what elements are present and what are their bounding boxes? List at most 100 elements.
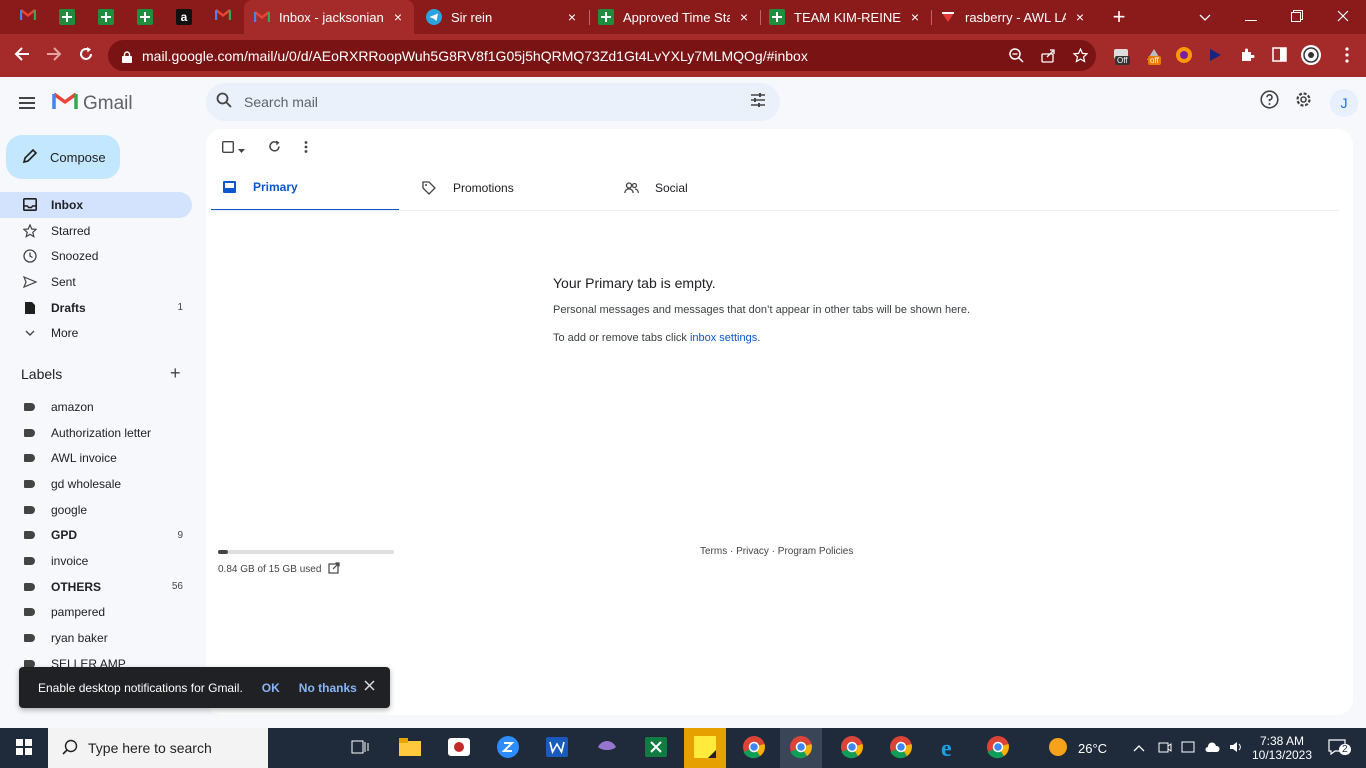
settings-button[interactable] <box>1292 91 1314 113</box>
search-input[interactable] <box>232 94 750 110</box>
footer-links[interactable]: Terms · Privacy · Program Policies <box>700 546 853 557</box>
account-avatar[interactable]: J <box>1330 89 1358 117</box>
pinned-tab-gmail[interactable] <box>9 0 47 34</box>
word-button[interactable] <box>541 732 573 764</box>
extension-1-button[interactable]: Off <box>1109 44 1133 68</box>
share-icon[interactable] <box>1032 40 1064 71</box>
pinned-tab-gmail-2[interactable] <box>204 0 242 34</box>
tab-gmail-inbox[interactable]: Inbox - jacksonians × <box>244 0 414 34</box>
gmail-logo[interactable]: Gmail <box>52 91 133 116</box>
chrome-profile-5-button[interactable] <box>982 732 1014 764</box>
label-item[interactable]: gd wholesale <box>0 471 192 497</box>
pinned-tab-amazon[interactable]: a <box>165 0 203 34</box>
chrome-profile-1-button[interactable] <box>738 732 770 764</box>
close-icon[interactable]: × <box>390 9 406 25</box>
close-icon[interactable]: × <box>736 9 752 25</box>
create-label-button[interactable]: + <box>170 364 186 382</box>
tab-promotions[interactable]: Promotions <box>411 165 599 211</box>
label-item[interactable]: google <box>0 497 192 523</box>
no-thanks-button[interactable]: No thanks <box>299 681 357 695</box>
zoom-app-button[interactable] <box>492 732 524 764</box>
tab-primary[interactable]: Primary <box>211 165 399 211</box>
taskbar-app-2[interactable] <box>443 732 475 764</box>
external-link-icon[interactable] <box>328 562 341 577</box>
minimize-button[interactable] <box>1228 0 1274 34</box>
url-text[interactable]: mail.google.com/mail/u/0/d/AEoRXRRoopWuh… <box>142 48 1000 64</box>
new-tab-button[interactable]: + <box>1097 0 1141 34</box>
pinned-tab-sheets-1[interactable] <box>48 0 86 34</box>
compose-button[interactable]: Compose <box>6 135 120 179</box>
close-icon[interactable]: × <box>907 9 923 25</box>
label-item[interactable]: pampered <box>0 600 192 626</box>
close-icon[interactable] <box>362 679 376 693</box>
extension-4-button[interactable] <box>1203 44 1227 68</box>
close-icon[interactable]: × <box>564 9 580 25</box>
clock[interactable]: 7:38 AM 10/13/2023 <box>1250 728 1314 768</box>
label-item[interactable]: AWL invoice <box>0 445 192 471</box>
search-icon[interactable] <box>216 92 232 113</box>
select-all-checkbox[interactable] <box>218 139 248 159</box>
label-item[interactable]: Authorization letter <box>0 420 192 446</box>
restore-button[interactable] <box>1274 0 1320 34</box>
chrome-profile-4-button[interactable] <box>885 732 917 764</box>
main-menu-button[interactable] <box>16 91 40 115</box>
sidebar-item-drafts[interactable]: Drafts 1 <box>0 295 192 321</box>
reload-button[interactable] <box>72 42 100 70</box>
label-item[interactable]: invoice <box>0 548 192 574</box>
refresh-button[interactable] <box>264 139 284 159</box>
inbox-settings-link[interactable]: inbox settings <box>690 332 757 344</box>
forward-button[interactable] <box>40 42 68 70</box>
profile-button[interactable] <box>1299 44 1323 68</box>
screen-icon[interactable] <box>1181 740 1195 757</box>
sidebar-item-more[interactable]: More <box>0 320 192 346</box>
file-explorer-button[interactable] <box>394 732 426 764</box>
chevron-up-icon[interactable] <box>1133 741 1149 755</box>
search-options-icon[interactable] <box>750 92 766 112</box>
tab-telegram[interactable]: Sir rein × <box>418 0 588 34</box>
extensions-button[interactable] <box>1235 44 1259 68</box>
start-button[interactable] <box>8 732 40 764</box>
tab-team-kim[interactable]: TEAM KIM-REINEL × <box>761 0 931 34</box>
tab-rasberry[interactable]: rasberry - AWL LAB × <box>932 0 1096 34</box>
extension-3-button[interactable] <box>1172 44 1196 68</box>
search-bar[interactable] <box>206 83 780 121</box>
extension-2-button[interactable]: off <box>1142 44 1166 68</box>
sidebar-item-sent[interactable]: Sent <box>0 269 192 295</box>
task-view-button[interactable] <box>344 732 376 764</box>
ok-button[interactable]: OK <box>262 681 280 695</box>
address-bar[interactable]: mail.google.com/mail/u/0/d/AEoRXRRoopWuh… <box>108 40 1096 71</box>
zoom-icon[interactable] <box>1000 40 1032 71</box>
close-icon[interactable]: × <box>1072 9 1088 25</box>
chrome-menu-button[interactable] <box>1335 44 1359 68</box>
notification-center[interactable]: 2 <box>1322 728 1352 768</box>
sidebar-item-snoozed[interactable]: Snoozed <box>0 243 192 269</box>
volume-icon[interactable] <box>1229 740 1243 757</box>
weather-widget[interactable]: 26°C <box>1048 728 1107 768</box>
cloud-icon[interactable] <box>1204 741 1220 756</box>
star-icon[interactable] <box>1064 40 1096 71</box>
label-item[interactable]: amazon <box>0 394 192 420</box>
sticky-notes-button[interactable] <box>684 728 726 768</box>
back-button[interactable] <box>8 42 36 70</box>
excel-button[interactable] <box>640 732 672 764</box>
label-item[interactable]: ryan baker <box>0 625 192 651</box>
chrome-profile-2-button[interactable] <box>780 728 822 768</box>
internet-explorer-button[interactable]: e <box>934 732 966 764</box>
chrome-profile-3-button[interactable] <box>836 732 868 764</box>
pinned-tab-sheets-3[interactable] <box>126 0 164 34</box>
label-item[interactable]: GPD 9 <box>0 522 192 548</box>
sidebar-item-starred[interactable]: Starred <box>0 218 192 244</box>
sidebar-item-inbox[interactable]: Inbox <box>0 192 192 218</box>
more-actions-button[interactable] <box>296 139 316 159</box>
label-item[interactable]: OTHERS 56 <box>0 574 192 600</box>
taskbar-app-6[interactable] <box>591 732 623 764</box>
side-panel-button[interactable] <box>1267 44 1291 68</box>
meet-now-icon[interactable] <box>1158 740 1172 757</box>
tab-search-button[interactable] <box>1182 0 1228 34</box>
tab-social[interactable]: Social <box>613 165 801 211</box>
close-window-button[interactable] <box>1320 0 1366 34</box>
support-button[interactable] <box>1258 90 1280 113</box>
pinned-tab-sheets-2[interactable] <box>87 0 125 34</box>
tab-approved-time[interactable]: Approved Time Sta × <box>590 0 760 34</box>
taskbar-search[interactable]: Type here to search <box>48 728 268 768</box>
